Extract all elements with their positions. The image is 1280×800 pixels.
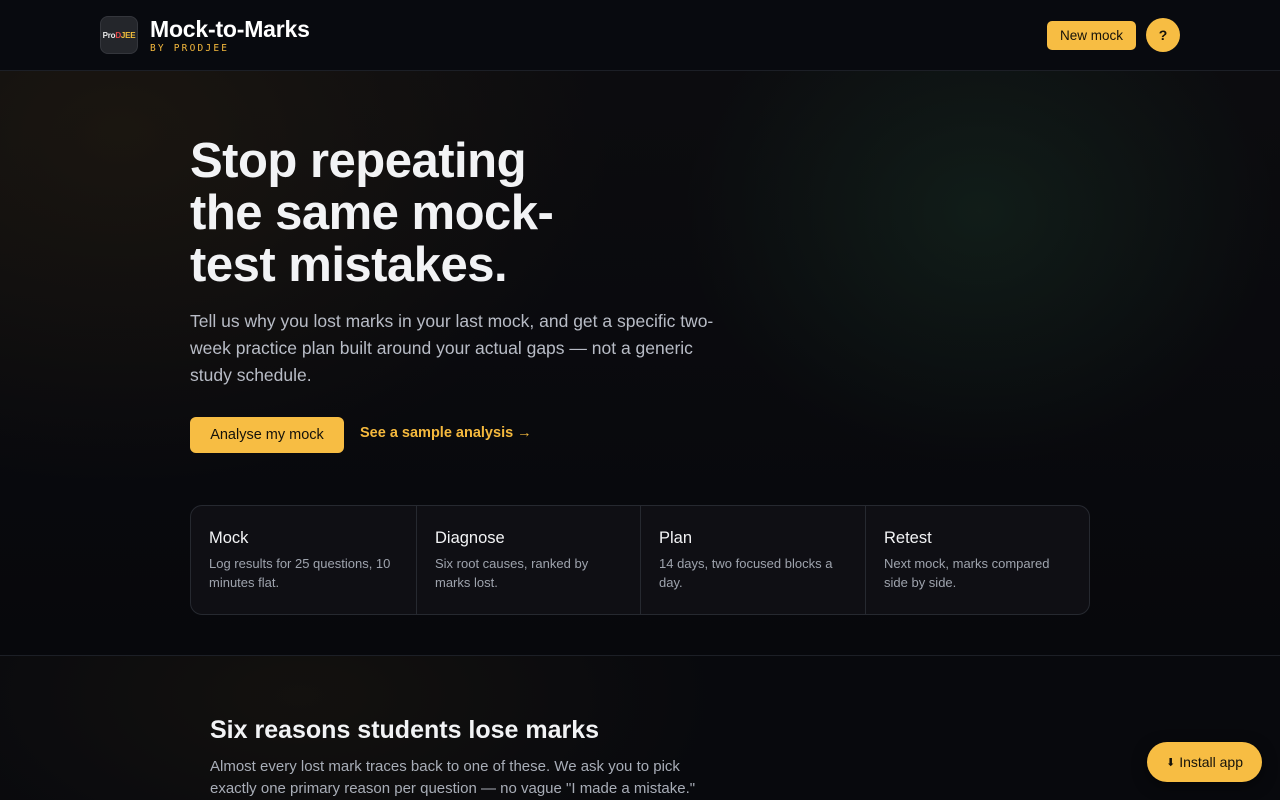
hero-title: Stop repeating the same mock- test mista…: [190, 134, 554, 292]
download-icon: ⬇: [1165, 756, 1176, 769]
step-title: Mock: [209, 529, 249, 547]
install-app-label: Install app: [1179, 754, 1244, 770]
step-mock: Mock Log results for 25 questions, 10 mi…: [191, 506, 417, 614]
see-sample-analysis-link[interactable]: See a sample analysis →: [360, 425, 532, 441]
prodjee-logo: Pro D JEE: [100, 16, 138, 54]
help-button[interactable]: ?: [1146, 18, 1180, 52]
reasons-section: Six reasons students lose marks Almost e…: [0, 656, 1280, 800]
top-bar: Pro D JEE Mock-to-Marks BY PRODJEE New moc…: [0, 0, 1280, 71]
step-description: Next mock, marks compared side by side.: [884, 556, 1050, 590]
step-diagnose: Diagnose Six root causes, ranked by mark…: [417, 506, 641, 614]
install-app-button[interactable]: ⬇ Install app: [1147, 742, 1262, 782]
hero-section: Stop repeating the same mock- test mista…: [0, 71, 1280, 656]
brand[interactable]: Pro D JEE Mock-to-Marks BY PRODJEE: [100, 16, 310, 54]
hero-description: Tell us why you lost marks in your last …: [190, 311, 714, 385]
step-title: Retest: [884, 529, 932, 547]
app-subtitle: BY PRODJEE: [150, 43, 230, 54]
analyse-my-mock-button[interactable]: Analyse my mock: [190, 417, 344, 453]
new-mock-button[interactable]: New mock: [1047, 21, 1136, 50]
step-description: 14 days, two focused blocks a day.: [659, 556, 833, 590]
step-title: Plan: [659, 529, 693, 547]
step-retest: Retest Next mock, marks compared side by…: [866, 506, 1089, 614]
section-description: Almost every lost mark traces back to on…: [210, 758, 696, 797]
brand-text: Mock-to-Marks BY PRODJEE: [150, 16, 310, 54]
step-description: Log results for 25 questions, 10 minutes…: [209, 556, 391, 590]
step-plan: Plan 14 days, two focused blocks a day.: [641, 506, 866, 614]
step-title: Diagnose: [435, 529, 505, 547]
section-title: Six reasons students lose marks: [210, 716, 600, 744]
steps-panel: Mock Log results for 25 questions, 10 mi…: [190, 505, 1090, 615]
step-description: Six root causes, ranked by marks lost.: [435, 556, 589, 590]
app-title: Mock-to-Marks: [150, 16, 310, 42]
